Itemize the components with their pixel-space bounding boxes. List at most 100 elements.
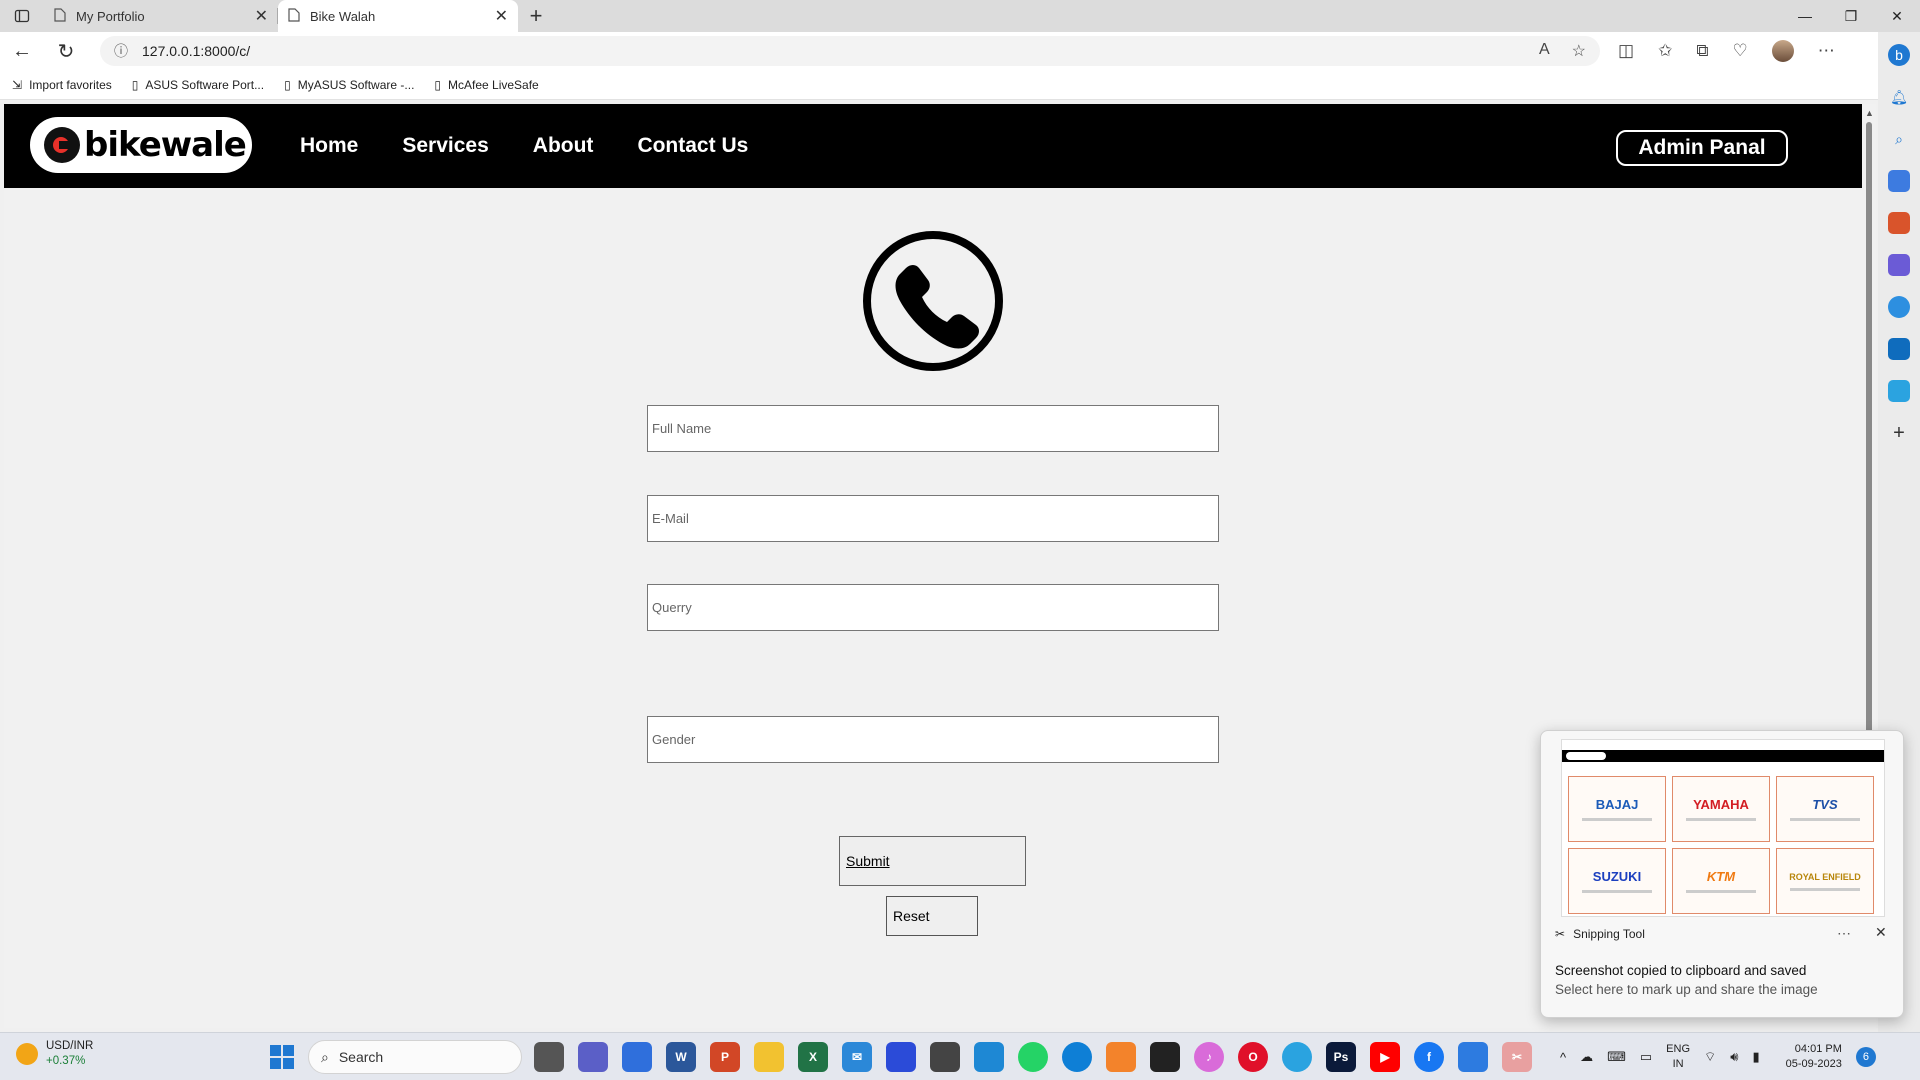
search-icon[interactable]: ⌕ <box>1888 128 1910 150</box>
nav-about[interactable]: About <box>533 134 594 158</box>
tab-title: Bike Walah <box>310 8 376 24</box>
email-input[interactable]: E-Mail <box>647 495 1219 542</box>
restore-icon[interactable]: ❐ <box>1828 0 1874 32</box>
powerpoint-icon[interactable]: P <box>710 1042 740 1072</box>
edge-icon[interactable] <box>1062 1042 1092 1072</box>
tab-title: My Portfolio <box>76 8 145 24</box>
tab-bike-walah[interactable]: Bike Walah ✕ <box>278 0 518 32</box>
scroll-up-icon[interactable]: ▲ <box>1865 108 1874 118</box>
outlook-icon[interactable] <box>1888 338 1910 360</box>
favorites-icon[interactable]: ✩ <box>1658 41 1672 61</box>
shopping-icon[interactable] <box>1888 170 1910 192</box>
folder-icon[interactable] <box>754 1042 784 1072</box>
reset-button[interactable]: Reset <box>886 896 978 936</box>
opera-icon[interactable]: O <box>1238 1042 1268 1072</box>
battery-icon[interactable]: ▮ <box>1752 1049 1759 1065</box>
nav-contact-us[interactable]: Contact Us <box>637 134 748 158</box>
clock[interactable]: 04:01 PM 05-09-2023 <box>1786 1042 1842 1072</box>
mail-icon[interactable]: ✉ <box>842 1042 872 1072</box>
brand-name: SUZUKI <box>1592 869 1642 884</box>
bell-icon[interactable]: 🔔︎ <box>1888 86 1910 108</box>
file-manager-icon[interactable] <box>534 1042 564 1072</box>
gender-input[interactable]: Gender <box>647 716 1219 763</box>
thumbnail-navbar <box>1562 750 1884 762</box>
close-window-icon[interactable]: ✕ <box>1874 0 1920 32</box>
full-name-input[interactable]: Full Name <box>647 405 1219 452</box>
site-info-icon[interactable]: ⓘ <box>114 41 128 61</box>
vscode-icon[interactable] <box>974 1042 1004 1072</box>
microsoft365-icon[interactable] <box>1888 296 1910 318</box>
wifi-icon[interactable]: ⌔ <box>1704 1049 1716 1065</box>
widgets-ticker[interactable]: USD/INR +0.37% <box>16 1039 93 1069</box>
address-bar[interactable]: ⓘ 127.0.0.1:8000/c/ A ☆ <box>100 36 1600 66</box>
excel-icon[interactable]: X <box>798 1042 828 1072</box>
new-tab-icon[interactable]: + <box>518 0 554 32</box>
games-icon[interactable] <box>1888 254 1910 276</box>
favorite-label: McAfee LiveSafe <box>448 77 539 92</box>
refresh-icon[interactable]: ↻ <box>44 32 88 70</box>
youtube-icon[interactable]: ▶ <box>1370 1042 1400 1072</box>
query-input[interactable]: Querry <box>647 584 1219 631</box>
keyboard-icon[interactable]: ⌨ <box>1607 1049 1626 1065</box>
tools-icon[interactable] <box>1888 212 1910 234</box>
chevron-up-icon[interactable]: ^ <box>1560 1050 1566 1065</box>
telegram-icon[interactable] <box>1282 1042 1312 1072</box>
browser-essentials-icon[interactable]: ♡ <box>1732 41 1747 61</box>
ticker-change: +0.37% <box>46 1055 86 1067</box>
close-icon[interactable]: ✕ <box>1875 924 1887 941</box>
back-icon[interactable]: ← <box>0 32 44 70</box>
nav-home[interactable]: Home <box>300 134 358 158</box>
admin-panel-button[interactable]: Admin Panal <box>1616 130 1788 166</box>
bikewale-logo[interactable]: bikewale <box>30 117 252 173</box>
onedrive-icon[interactable]: ☁ <box>1580 1049 1593 1065</box>
favorite-myasus[interactable]: ▯ MyASUS Software -... <box>284 78 414 92</box>
start-icon[interactable] <box>270 1045 294 1069</box>
read-aloud-icon[interactable]: A <box>1539 41 1550 61</box>
tab-my-portfolio[interactable]: My Portfolio ✕ <box>44 0 278 32</box>
taskbar-search[interactable]: ⌕ Search <box>308 1040 522 1074</box>
snipping-tool-notification[interactable]: BAJAJ YAMAHA TVS SUZUKI KTM ROYAL ENFIEL… <box>1540 730 1904 1018</box>
screenshot-thumbnail[interactable]: BAJAJ YAMAHA TVS SUZUKI KTM ROYAL ENFIEL… <box>1561 739 1885 917</box>
facebook-icon[interactable]: f <box>1414 1042 1444 1072</box>
split-screen-icon[interactable]: ◫ <box>1618 41 1634 61</box>
notification-badge[interactable]: 6 <box>1855 1047 1876 1067</box>
nav-services[interactable]: Services <box>402 134 488 158</box>
close-icon[interactable]: ✕ <box>495 6 508 26</box>
nvidia-icon[interactable] <box>1150 1042 1180 1072</box>
photoshop-icon[interactable]: Ps <box>1326 1042 1356 1072</box>
paint-icon[interactable] <box>1458 1042 1488 1072</box>
submit-button[interactable]: Submit <box>839 836 1026 886</box>
address-text: 127.0.0.1:8000/c/ <box>142 43 251 59</box>
toast-subtitle: Select here to mark up and share the ima… <box>1555 982 1818 997</box>
favorite-import[interactable]: ⇲ Import favorites <box>12 78 112 92</box>
thumb-card: KTM <box>1672 848 1770 914</box>
teams-icon[interactable] <box>578 1042 608 1072</box>
minimize-icon[interactable]: — <box>1782 0 1828 32</box>
code-tool-icon[interactable] <box>886 1042 916 1072</box>
whatsapp-icon[interactable] <box>1018 1042 1048 1072</box>
profile-avatar[interactable] <box>1771 40 1794 62</box>
more-menu-icon[interactable]: ⋯ <box>1818 41 1835 61</box>
volume-icon[interactable]: 🔊︎ <box>1730 1049 1738 1065</box>
favorite-star-icon[interactable]: ☆ <box>1572 41 1586 61</box>
unity-icon[interactable] <box>930 1042 960 1072</box>
notepad-icon[interactable] <box>622 1042 652 1072</box>
word-icon[interactable]: W <box>666 1042 696 1072</box>
drop-icon[interactable] <box>1888 380 1910 402</box>
language-indicator[interactable]: ENG IN <box>1666 1042 1690 1072</box>
collections-icon[interactable]: ⧉ <box>1696 41 1708 61</box>
clock-time: 04:01 PM <box>1794 1043 1842 1055</box>
display-icon[interactable]: ▭ <box>1640 1049 1652 1065</box>
favorite-asus-portal[interactable]: ▯ ASUS Software Port... <box>132 78 264 92</box>
page-icon: ▯ <box>434 77 442 92</box>
xampp-icon[interactable] <box>1106 1042 1136 1072</box>
tab-actions-icon[interactable] <box>0 0 44 32</box>
add-icon[interactable]: + <box>1888 422 1910 444</box>
page-icon <box>54 7 66 25</box>
favorite-mcafee[interactable]: ▯ McAfee LiveSafe <box>434 78 538 92</box>
close-icon[interactable]: ✕ <box>255 6 268 26</box>
more-options-icon[interactable]: ⋯ <box>1837 925 1851 942</box>
copilot-icon[interactable]: b <box>1888 44 1910 66</box>
itunes-icon[interactable]: ♪ <box>1194 1042 1224 1072</box>
snipping-tool-icon[interactable]: ✂ <box>1502 1042 1532 1072</box>
